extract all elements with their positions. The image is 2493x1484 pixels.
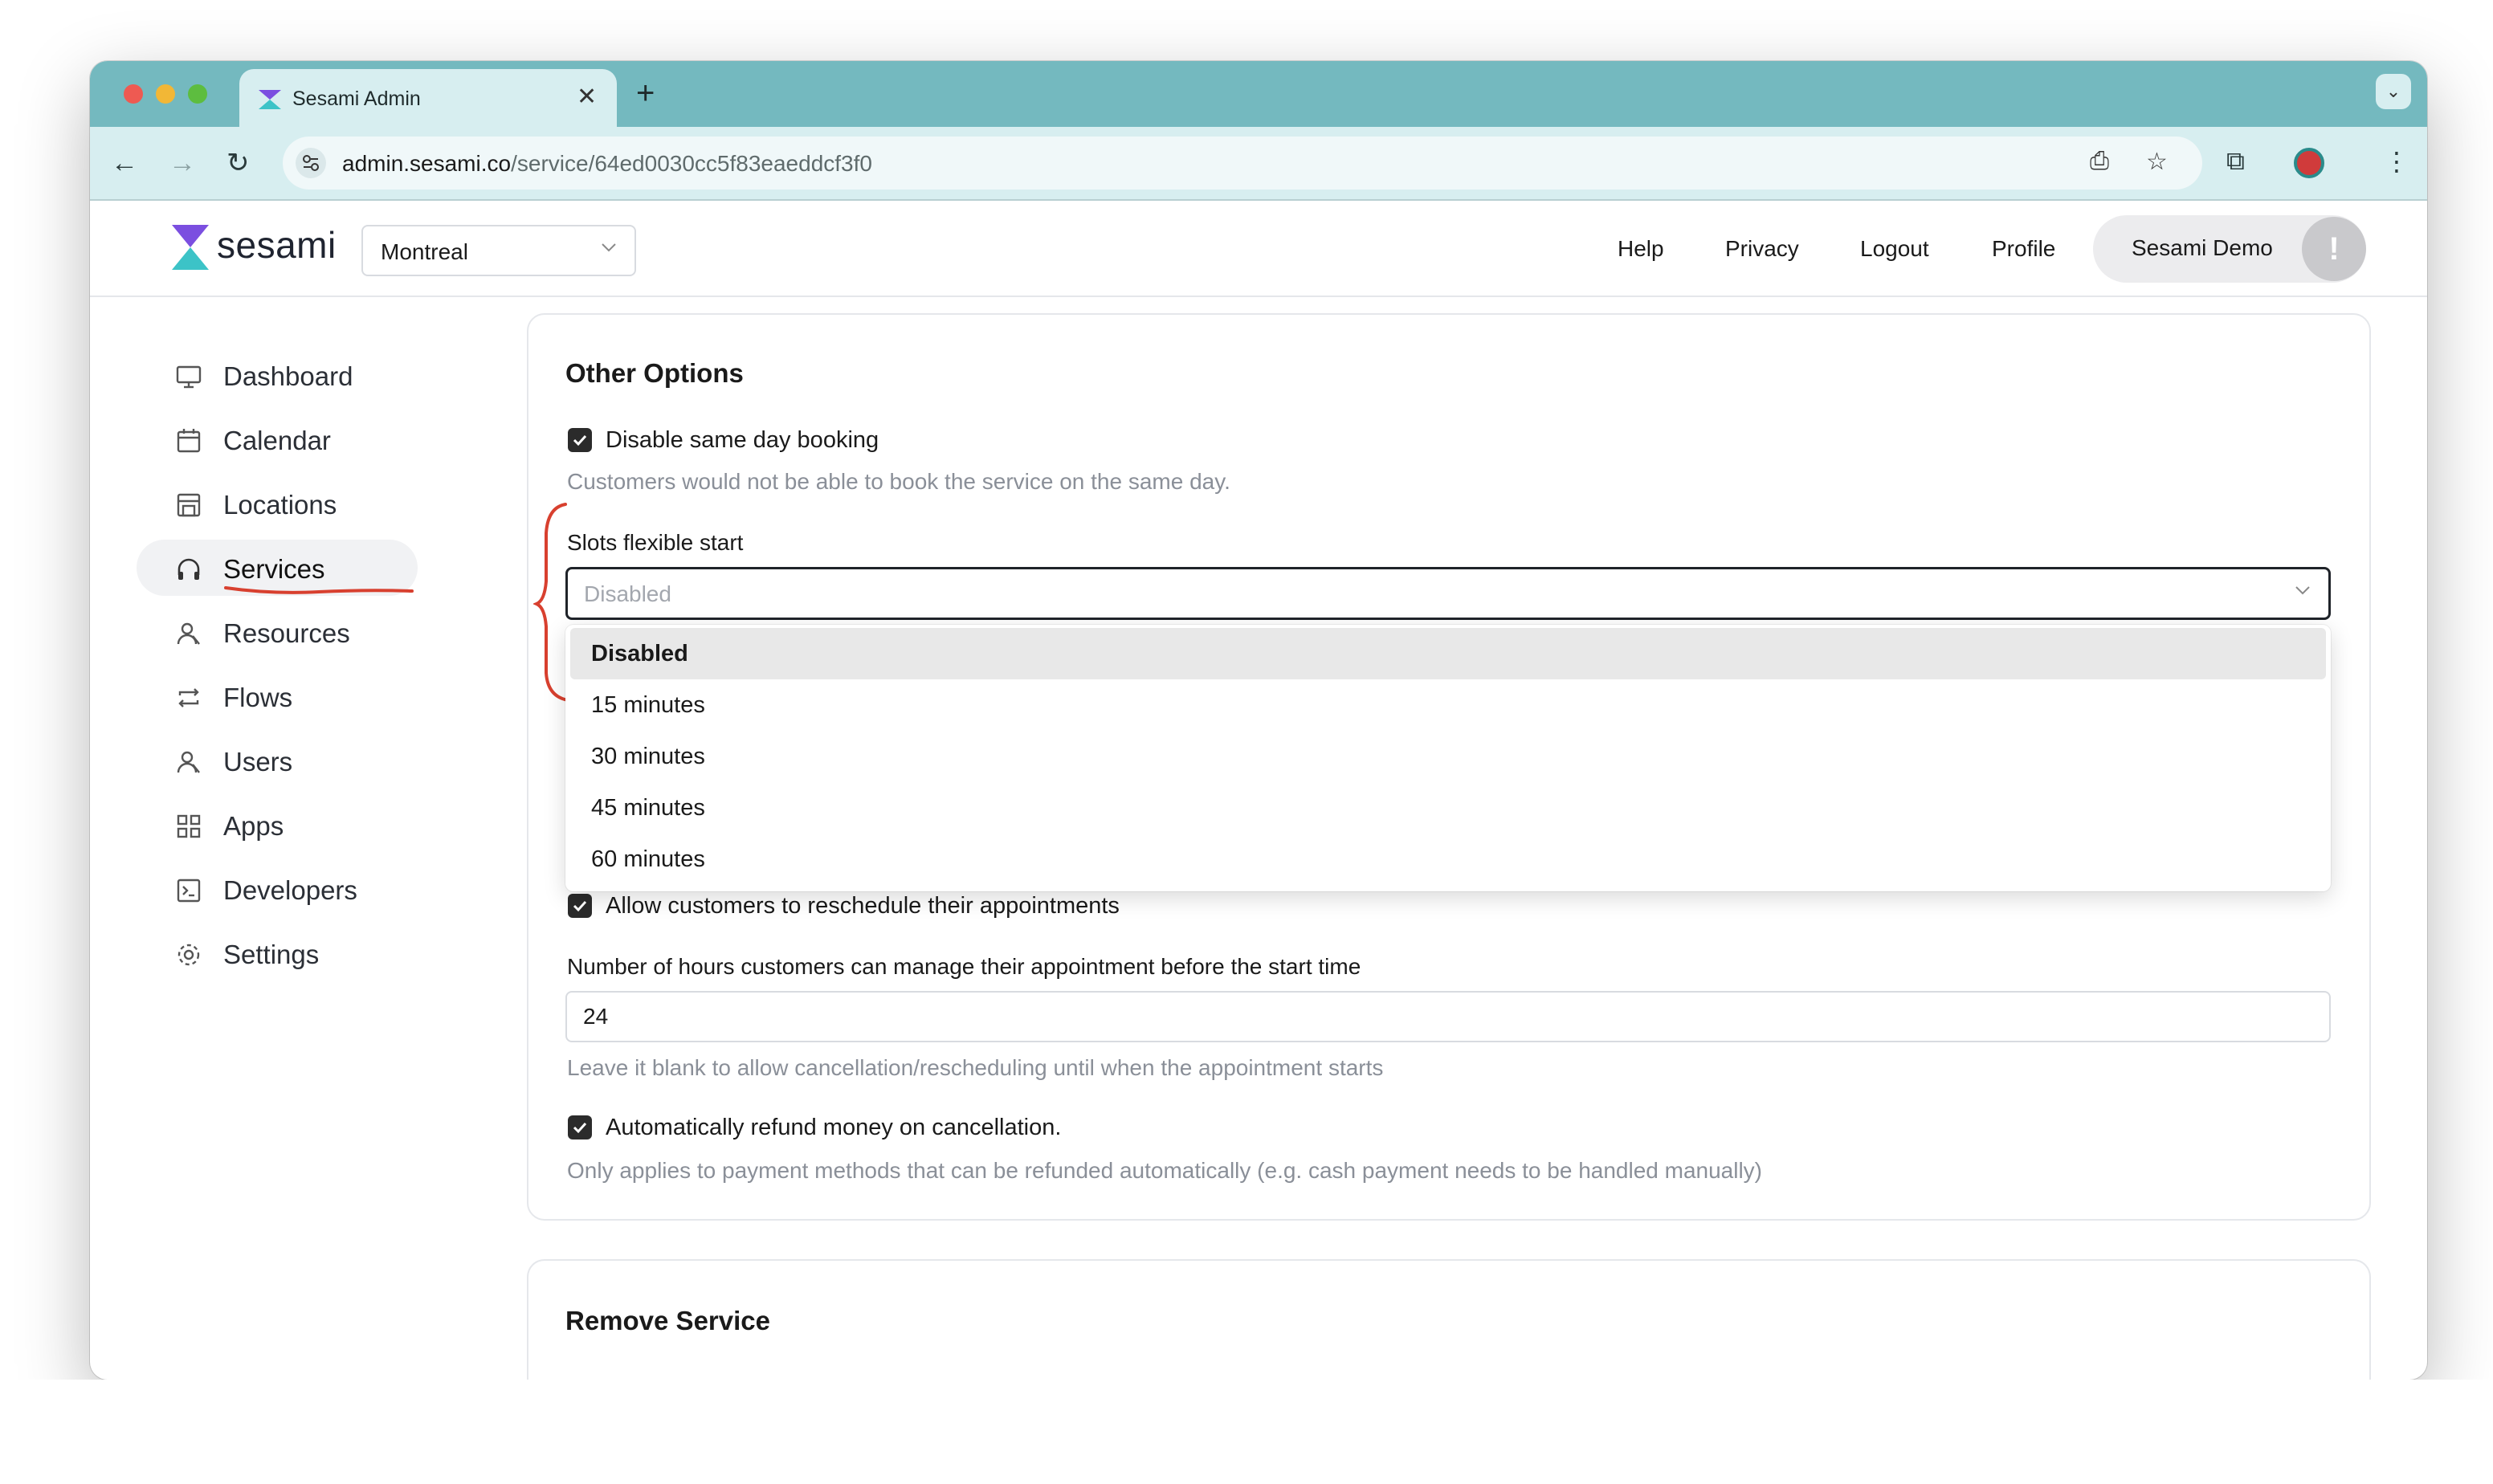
location-select[interactable]: Montreal: [361, 225, 636, 276]
manage-hours-label: Number of hours customers can manage the…: [567, 954, 1361, 979]
slots-flexible-start-select[interactable]: Disabled: [565, 567, 2331, 620]
tab-bar: Sesami Admin ✕ + ⌄: [90, 61, 2427, 127]
disable-same-day-label: Disable same day booking: [606, 427, 879, 453]
bookmark-star-icon[interactable]: ☆: [2146, 148, 2168, 176]
sidebar-item-settings[interactable]: Settings: [137, 925, 418, 981]
option-label: 45 minutes: [591, 795, 705, 821]
option-label: 60 minutes: [591, 846, 705, 872]
slots-flexible-start-label: Slots flexible start: [567, 530, 744, 555]
back-arrow-icon[interactable]: ←: [111, 148, 138, 178]
browser-toolbar: ← → ↻ admin.sesami.co/service/64ed0030cc…: [90, 127, 2427, 201]
site-settings-icon[interactable]: [296, 148, 326, 178]
option-label: Disabled: [591, 641, 688, 667]
headphones-icon: [177, 558, 200, 580]
sesami-favicon-icon: [259, 90, 281, 109]
maximize-window-button[interactable]: [188, 84, 207, 104]
disable-same-day-checkbox[interactable]: [568, 428, 592, 452]
reload-icon[interactable]: ↻: [226, 148, 250, 178]
sidebar-item-users[interactable]: Users: [137, 732, 418, 789]
chevron-down-icon: [2295, 586, 2310, 595]
profile-link[interactable]: Profile: [1992, 236, 2055, 262]
sidebar-item-dashboard[interactable]: Dashboard: [137, 347, 418, 403]
location-select-value: Montreal: [381, 239, 468, 264]
user-menu[interactable]: Sesami Demo !: [2093, 215, 2366, 283]
browser-profile-avatar[interactable]: [2294, 148, 2324, 178]
help-link[interactable]: Help: [1618, 236, 1664, 262]
browser-menu-icon[interactable]: ⋮: [2384, 146, 2409, 177]
terminal-icon: [177, 879, 201, 903]
forward-arrow-icon[interactable]: →: [169, 148, 196, 178]
sidebar-item-label: Apps: [223, 811, 284, 841]
new-tab-icon[interactable]: +: [636, 75, 655, 111]
remove-service-title: Remove Service: [565, 1306, 770, 1335]
sidebar-item-calendar[interactable]: Calendar: [137, 411, 418, 467]
browser-tab[interactable]: Sesami Admin ✕: [239, 69, 617, 127]
sidebar-item-label: Developers: [223, 875, 357, 905]
sidebar-item-apps[interactable]: Apps: [137, 797, 418, 853]
slots-flexible-start-dropdown: Disabled 15 minutes 30 minutes 45 minute…: [565, 625, 2331, 891]
other-options-title: Other Options: [565, 358, 744, 388]
address-bar[interactable]: admin.sesami.co/service/64ed0030cc5f83ea…: [283, 137, 2202, 190]
sidebar-item-label: Users: [223, 747, 293, 777]
sidebar-item-flows[interactable]: Flows: [137, 668, 418, 724]
manage-hours-help: Leave it blank to allow cancellation/res…: [567, 1055, 1384, 1080]
disable-same-day-help: Customers would not be able to book the …: [567, 469, 1230, 494]
sidebar-item-label: Locations: [223, 490, 337, 520]
monitor-icon: [176, 365, 202, 389]
logout-link[interactable]: Logout: [1860, 236, 1929, 262]
sesami-logo-icon: [172, 225, 209, 270]
allow-reschedule-checkbox[interactable]: [568, 894, 592, 918]
auto-refund-label: Automatically refund money on cancellati…: [606, 1115, 1062, 1140]
url-text: admin.sesami.co/service/64ed0030cc5f83ea…: [342, 151, 872, 177]
grid-icon: [177, 814, 201, 838]
dropdown-option-30-minutes[interactable]: 30 minutes: [570, 731, 2326, 782]
select-placeholder: Disabled: [584, 581, 671, 606]
close-window-button[interactable]: [124, 84, 143, 104]
tab-title: Sesami Admin: [292, 88, 421, 110]
sidebar-item-label: Settings: [223, 940, 320, 969]
tab-close-icon[interactable]: ✕: [577, 84, 597, 111]
sidebar-item-label: Calendar: [223, 426, 331, 455]
sidebar-item-label: Dashboard: [223, 361, 353, 391]
install-app-icon[interactable]: ⎙: [2090, 148, 2109, 175]
url-path: /service/64ed0030cc5f83eaeddcf3f0: [511, 151, 872, 176]
logo-text: sesami: [217, 224, 337, 266]
dropdown-option-15-minutes[interactable]: 15 minutes: [570, 679, 2326, 731]
repeat-icon: [178, 688, 199, 707]
manage-hours-input-field[interactable]: [583, 1004, 2189, 1029]
gear-icon: [177, 944, 200, 966]
annotation-underline: [224, 586, 414, 594]
extensions-puzzle-icon[interactable]: ⧉: [2226, 146, 2245, 177]
checkmark-icon: [573, 1122, 587, 1134]
user-name: Sesami Demo: [2132, 235, 2273, 260]
user-icon: [177, 751, 200, 773]
sidebar-item-locations[interactable]: Locations: [137, 475, 418, 532]
sidebar-item-label: Flows: [223, 683, 293, 712]
checkmark-icon: [573, 434, 587, 446]
sidebar-item-label: Services: [223, 554, 325, 584]
manage-hours-input[interactable]: [565, 991, 2331, 1042]
auto-refund-checkbox[interactable]: [568, 1115, 592, 1140]
chevron-down-icon: [602, 243, 616, 252]
sidebar-item-label: Resources: [223, 618, 350, 648]
minimize-window-button[interactable]: [156, 84, 175, 104]
url-host: admin.sesami.co: [342, 151, 512, 176]
option-label: 15 minutes: [591, 692, 705, 718]
sidebar-item-resources[interactable]: Resources: [137, 604, 418, 660]
user-icon: [177, 622, 200, 645]
desktop-background: [0, 1380, 2493, 1484]
option-label: 30 minutes: [591, 744, 705, 769]
tab-search-chevron-icon[interactable]: ⌄: [2376, 74, 2411, 109]
checkmark-icon: [573, 900, 587, 912]
calendar-icon: [177, 429, 201, 453]
auto-refund-help: Only applies to payment methods that can…: [567, 1158, 1763, 1183]
dropdown-option-45-minutes[interactable]: 45 minutes: [570, 782, 2326, 834]
allow-reschedule-label: Allow customers to reschedule their appo…: [606, 893, 1120, 919]
privacy-link[interactable]: Privacy: [1725, 236, 1799, 262]
sidebar-item-developers[interactable]: Developers: [137, 861, 418, 917]
dropdown-option-60-minutes[interactable]: 60 minutes: [570, 834, 2326, 885]
dropdown-option-disabled[interactable]: Disabled: [570, 628, 2326, 679]
store-icon: [177, 493, 201, 517]
alert-icon: !: [2302, 217, 2366, 281]
